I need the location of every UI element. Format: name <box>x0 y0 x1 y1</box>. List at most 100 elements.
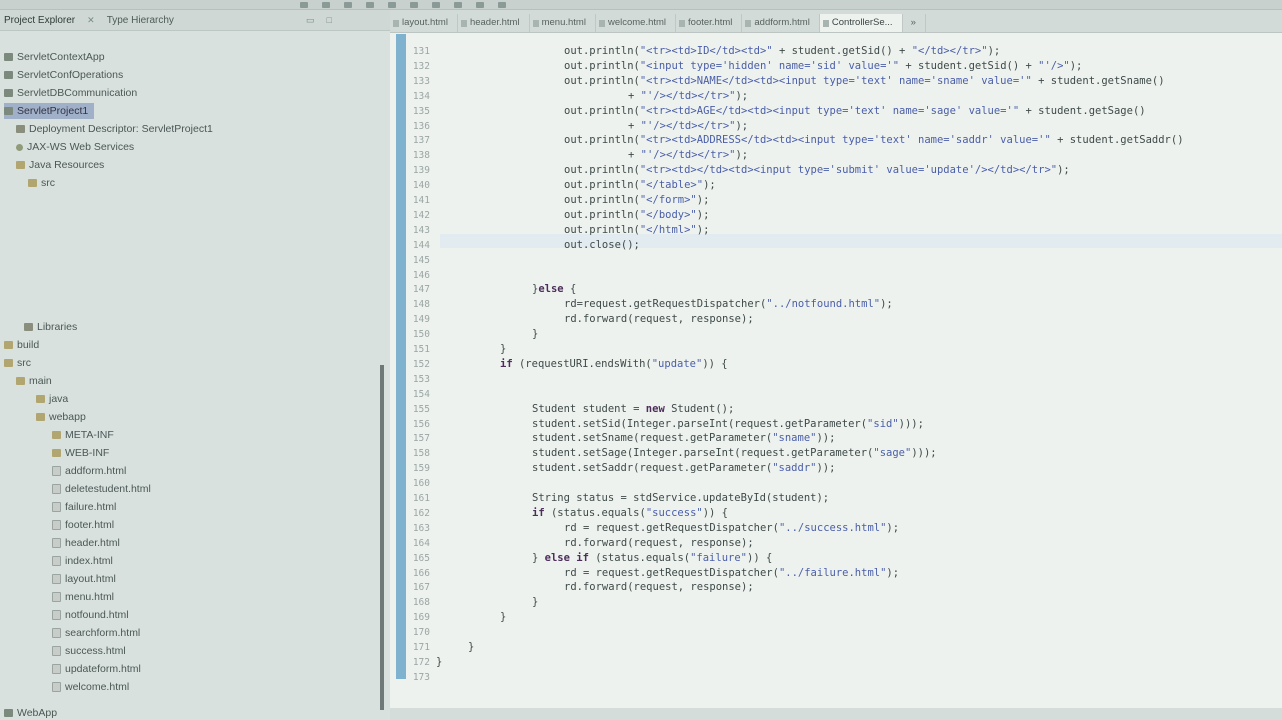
tree-item[interactable]: failure.html <box>52 499 116 515</box>
toolbar-button[interactable] <box>300 1 308 8</box>
tree-item[interactable]: ServletContextApp <box>4 49 105 65</box>
toolbar-button[interactable] <box>366 1 374 8</box>
tab-type-hierarchy[interactable]: Type Hierarchy <box>107 15 174 26</box>
tree-item[interactable]: Libraries <box>24 319 77 335</box>
tree-item[interactable]: webapp <box>36 409 86 425</box>
tree-item[interactable]: build <box>4 337 39 353</box>
tree-item[interactable]: menu.html <box>52 589 114 605</box>
toolbar-button[interactable] <box>476 1 484 8</box>
folder-icon <box>28 179 37 187</box>
toolbar-button[interactable] <box>344 1 352 8</box>
line-number: 153 <box>412 373 430 385</box>
tree-item[interactable]: ServletDBCommunication <box>4 85 137 101</box>
tree-item-label: menu.html <box>65 591 115 603</box>
line-number: 160 <box>412 478 430 490</box>
tree-item[interactable]: WebApp <box>4 705 57 720</box>
line-text: rd=request.getRequestDispatcher("../notf… <box>564 298 893 311</box>
line-number: 155 <box>412 403 430 415</box>
file-icon <box>52 664 61 674</box>
line-number: 131 <box>412 46 430 57</box>
tree-item-label: src <box>17 357 31 369</box>
line-number: 162 <box>412 507 430 519</box>
tree-item[interactable]: header.html <box>52 535 120 551</box>
project-explorer-panel: Project Explorer ✕ Type Hierarchy ▭ □ Se… <box>0 10 390 720</box>
tree-item-label: success.html <box>65 645 126 657</box>
editor-tab[interactable]: layout.html <box>390 14 458 32</box>
folder-icon <box>52 449 61 457</box>
line-number: 161 <box>412 493 430 504</box>
tree-item[interactable]: Java Resources <box>16 157 104 173</box>
minimize-icon[interactable]: ▭ <box>306 15 315 26</box>
code-editor[interactable]: layout.html header.html menu.html welcome.h… <box>390 10 1282 720</box>
toolbar-button[interactable] <box>388 1 396 8</box>
project-icon <box>4 107 13 115</box>
tree-item-label: build <box>17 339 40 351</box>
folder-icon <box>4 359 13 367</box>
explorer-tab-bar: Project Explorer ✕ Type Hierarchy ▭ □ <box>0 10 390 31</box>
line-number: 172 <box>412 656 430 668</box>
line-text: student.setSaddr(request.getParameter("s… <box>532 462 836 475</box>
explorer-scrollbar[interactable] <box>380 365 384 710</box>
tree-item[interactable]: META-INF <box>52 427 114 443</box>
line-number: 146 <box>412 269 430 281</box>
editor-tab[interactable]: welcome.html <box>596 14 677 32</box>
tree-item-label: ServletProject1 <box>17 105 89 117</box>
line-number: 166 <box>412 567 430 579</box>
editor-tab[interactable]: footer.html <box>676 14 743 32</box>
line-number: 169 <box>412 612 430 624</box>
tree-item-label: ServletDBCommunication <box>17 87 138 99</box>
line-number: 159 <box>412 463 430 475</box>
tree-item[interactable]: addform.html <box>52 463 126 479</box>
tree-item[interactable]: welcome.html <box>52 679 129 695</box>
file-icon <box>52 574 61 584</box>
line-number: 144 <box>412 239 430 251</box>
tab-project-explorer[interactable]: Project Explorer <box>4 15 75 26</box>
library-icon <box>24 323 33 331</box>
tree-item[interactable]: footer.html <box>52 517 114 533</box>
toolbar-button[interactable] <box>410 1 418 8</box>
tree-item[interactable]: notfound.html <box>52 607 129 623</box>
tree-item[interactable]: index.html <box>52 553 113 569</box>
editor-tab[interactable]: menu.html <box>530 14 596 32</box>
line-text: } else if (status.equals("failure")) { <box>532 551 773 564</box>
toolbar-button[interactable] <box>454 1 462 8</box>
file-icon <box>52 466 61 476</box>
line-text: if (requestURI.endsWith("update")) { <box>500 357 728 370</box>
tree-item[interactable]: layout.html <box>52 571 116 587</box>
toolbar-button[interactable] <box>498 1 506 8</box>
editor-horizontal-scrollbar[interactable] <box>390 708 1282 720</box>
editor-tab[interactable]: addform.html <box>742 14 820 32</box>
tree-item[interactable]: ServletConfOperations <box>4 67 123 83</box>
tree-item[interactable]: Deployment Descriptor: ServletProject1 <box>16 121 213 137</box>
tree-item[interactable]: success.html <box>52 643 126 659</box>
toolbar-button[interactable] <box>432 1 440 8</box>
explorer-close-icon[interactable]: ✕ <box>87 15 95 26</box>
tree-item[interactable]: deletestudent.html <box>52 481 151 497</box>
tree-item[interactable]: main <box>16 373 52 389</box>
tree-item[interactable]: updateform.html <box>52 661 141 677</box>
tree-item[interactable]: JAX-WS Web Services <box>16 139 134 155</box>
toolbar-button[interactable] <box>322 1 330 8</box>
editor-tab[interactable]: header.html <box>458 14 530 32</box>
tree-item[interactable]: WEB-INF <box>52 445 109 461</box>
file-icon <box>52 682 61 692</box>
line-text: student.setSname(request.getParameter("s… <box>532 432 836 445</box>
tree-item[interactable]: ServletProject1 <box>4 103 95 119</box>
tree-item[interactable]: src <box>4 355 31 371</box>
maximize-icon[interactable]: □ <box>326 15 331 25</box>
line-text: out.println("</html>"); <box>564 223 710 236</box>
tree-item[interactable]: src <box>28 175 55 191</box>
tab-overflow-button[interactable]: » <box>903 14 926 32</box>
tree-item[interactable]: java <box>36 391 68 407</box>
tree-item-label: JAX-WS Web Services <box>27 141 135 153</box>
project-icon <box>4 89 13 97</box>
line-number: 136 <box>412 120 430 132</box>
tree-item-label: WebApp <box>17 707 58 719</box>
folder-icon <box>36 413 45 421</box>
folder-icon <box>16 161 25 169</box>
editor-tab[interactable]: ControllerSe... <box>819 14 903 32</box>
file-icon <box>52 610 61 620</box>
tree-item[interactable]: searchform.html <box>52 625 140 641</box>
line-text: out.close(); <box>564 238 640 251</box>
tree-item-label: main <box>29 375 52 387</box>
